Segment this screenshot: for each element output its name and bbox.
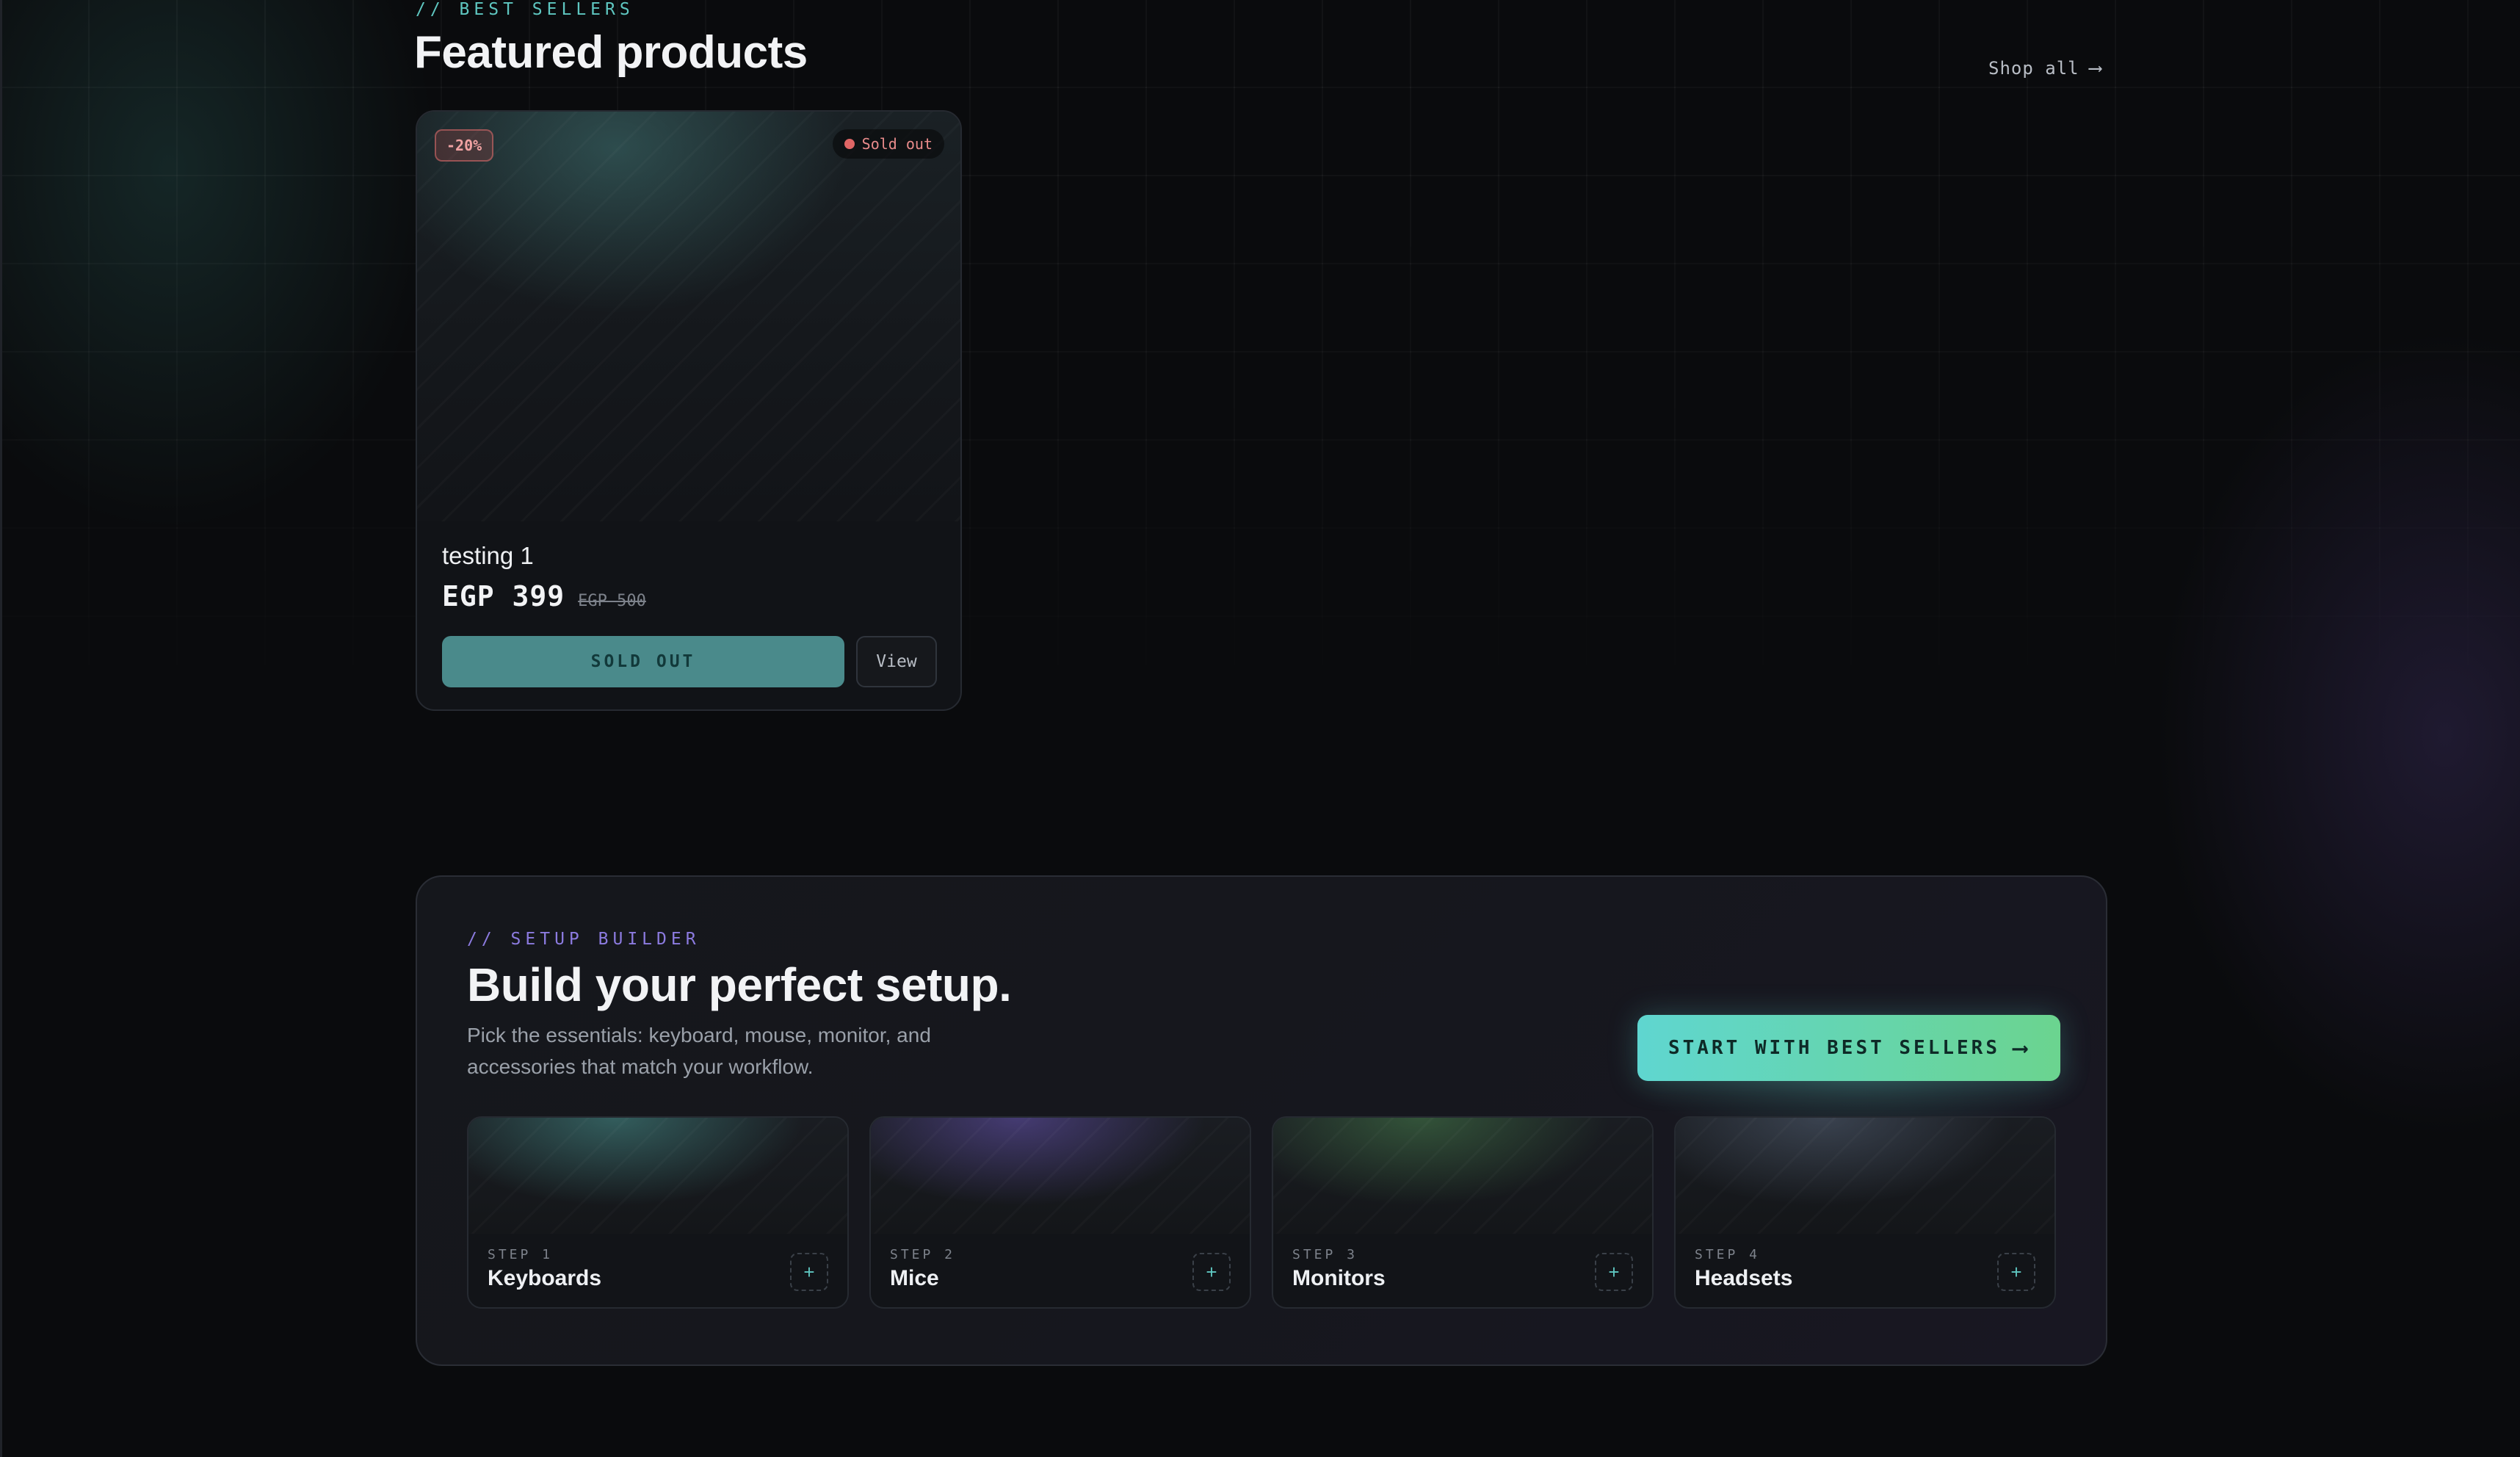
- left-divider: [0, 0, 2, 1457]
- arrow-right-icon: ⟶: [2089, 57, 2102, 79]
- plus-icon[interactable]: +: [1997, 1253, 2035, 1291]
- step-image: [871, 1118, 1250, 1234]
- product-old-price: EGP 500: [578, 592, 646, 610]
- cta-label: START WITH BEST SELLERS: [1668, 1037, 2000, 1059]
- step-name: Mice: [890, 1266, 939, 1290]
- status-dot-icon: [844, 139, 855, 149]
- builder-description: Pick the essentials: keyboard, mouse, mo…: [467, 1024, 931, 1078]
- featured-eyebrow: // BEST SELLERS: [416, 0, 634, 19]
- step-card-mice[interactable]: STEP 2 Mice +: [869, 1116, 1251, 1309]
- featured-title: Featured products: [414, 27, 808, 78]
- step-label: STEP 3: [1292, 1247, 1358, 1262]
- step-image: [468, 1118, 847, 1234]
- plus-icon[interactable]: +: [1595, 1253, 1633, 1291]
- start-with-best-sellers-button[interactable]: START WITH BEST SELLERS ⟶: [1637, 1015, 2060, 1081]
- setup-builder: // SETUP BUILDER Build your perfect setu…: [416, 875, 2107, 1366]
- arrow-right-icon: ⟶: [2013, 1035, 2030, 1061]
- step-image: [1676, 1118, 2054, 1234]
- product-card[interactable]: -20% Sold out testing 1 EGP 399 EGP 500 …: [416, 110, 962, 711]
- discount-badge: -20%: [435, 129, 494, 162]
- step-card-headsets[interactable]: STEP 4 Headsets +: [1674, 1116, 2056, 1309]
- step-label: STEP 2: [890, 1247, 956, 1262]
- plus-icon[interactable]: +: [1192, 1253, 1231, 1291]
- page: // BEST SELLERS Featured products Shop a…: [0, 0, 2520, 1457]
- product-price: EGP 399: [442, 580, 565, 612]
- step-list: STEP 1 Keyboards + STEP 2 Mice + STEP 3 …: [467, 1116, 2057, 1309]
- plus-icon[interactable]: +: [790, 1253, 828, 1291]
- sold-out-button[interactable]: SOLD OUT: [442, 636, 844, 687]
- step-name: Monitors: [1292, 1266, 1386, 1290]
- price-row: EGP 399 EGP 500: [442, 580, 646, 612]
- step-image: [1273, 1118, 1652, 1234]
- step-label: STEP 4: [1695, 1247, 1761, 1262]
- product-name[interactable]: testing 1: [442, 542, 534, 570]
- step-label: STEP 1: [488, 1247, 554, 1262]
- shop-all-label: Shop all: [1988, 58, 2079, 79]
- view-button[interactable]: View: [856, 636, 937, 687]
- shop-all-link[interactable]: Shop all ⟶: [1988, 57, 2101, 79]
- status-badge: Sold out: [832, 129, 944, 159]
- product-image[interactable]: [417, 112, 960, 521]
- builder-title: Build your perfect setup.: [467, 958, 1012, 1011]
- builder-eyebrow: // SETUP BUILDER: [467, 930, 700, 949]
- status-badge-label: Sold out: [861, 135, 933, 153]
- step-card-monitors[interactable]: STEP 3 Monitors +: [1272, 1116, 1654, 1309]
- step-card-keyboards[interactable]: STEP 1 Keyboards +: [467, 1116, 849, 1309]
- step-name: Headsets: [1695, 1266, 1793, 1290]
- step-name: Keyboards: [488, 1266, 602, 1290]
